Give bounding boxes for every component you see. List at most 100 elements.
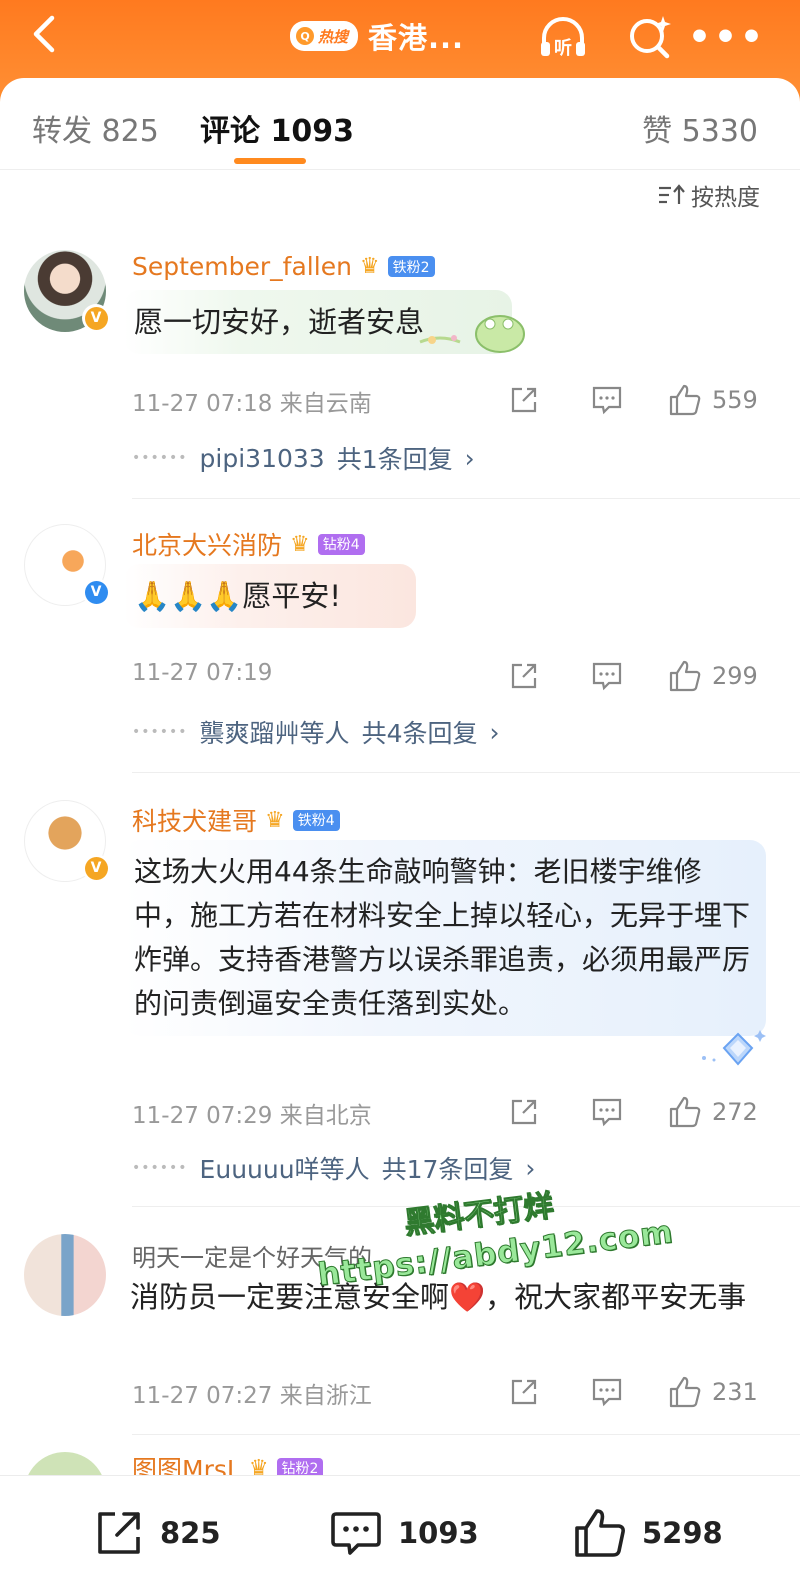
bottom-like-button[interactable]: 5298 bbox=[572, 1506, 723, 1560]
replies-link[interactable]: •••••• pipi31033 共1条回复 › bbox=[132, 440, 475, 476]
comment-icon bbox=[331, 1512, 381, 1555]
avatar[interactable]: V bbox=[24, 800, 110, 882]
bottom-comment-button[interactable]: 1093 bbox=[328, 1506, 479, 1560]
dots-icon: •••••• bbox=[132, 1160, 188, 1176]
bottom-share-button[interactable]: 825 bbox=[92, 1506, 221, 1560]
username-text: September_fallen bbox=[132, 252, 352, 281]
hot-label: 热搜 bbox=[318, 27, 349, 46]
comment-actions: 231 bbox=[508, 1372, 768, 1412]
hot-search-badge: Q 热搜 bbox=[290, 21, 359, 51]
username-text: 科技犬建哥 bbox=[132, 807, 258, 836]
share-icon bbox=[511, 663, 537, 689]
comment-text: 这场大火用44条生命敲响警钟：老旧楼宇维修中，施工方若在材料安全上掉以轻心，无异… bbox=[124, 840, 766, 1036]
sort-label: 按热度 bbox=[691, 185, 760, 211]
divider bbox=[132, 1206, 800, 1207]
share-icon bbox=[511, 1099, 537, 1125]
sort-button[interactable]: 按热度 bbox=[657, 178, 760, 212]
username[interactable]: 北京大兴消防 ♛ 钻粉4 bbox=[132, 526, 365, 562]
active-tab-indicator bbox=[234, 158, 306, 164]
verified-badge-icon: V bbox=[82, 578, 110, 606]
replies-who: Euuuuu咩等人 bbox=[199, 1155, 370, 1184]
listen-label: 听 bbox=[554, 37, 572, 59]
share-icon bbox=[511, 387, 537, 413]
topic-title: 香港... bbox=[368, 21, 465, 55]
comment-text: 消防员一定要注意安全啊❤️，祝大家都平安无事 bbox=[124, 1274, 754, 1320]
tab-like[interactable]: 赞 5330 bbox=[642, 106, 758, 150]
comment-actions: 272 bbox=[508, 1092, 768, 1132]
tab-bar: 转发 825 评论 1093 赞 5330 bbox=[0, 78, 800, 170]
like-button[interactable]: 272 bbox=[668, 1095, 758, 1129]
listen-button[interactable]: 听 bbox=[538, 14, 588, 60]
comment-meta: 11-27 07:29 来自北京 bbox=[132, 1103, 372, 1129]
verified-badge-icon: V bbox=[82, 854, 110, 882]
like-count: 272 bbox=[712, 1098, 758, 1126]
username[interactable]: 明天一定是个好天气的 bbox=[132, 1238, 372, 1273]
comment-body: 🙏🙏🙏愿平安! bbox=[134, 579, 341, 613]
reply-button[interactable] bbox=[590, 384, 624, 416]
thumbs-up-icon bbox=[669, 1096, 701, 1128]
like-count: 559 bbox=[712, 386, 758, 414]
avatar[interactable]: V bbox=[24, 524, 110, 606]
comment-sheet: 转发 825 评论 1093 赞 5330 按热度 V September_fa… bbox=[0, 78, 800, 1595]
thumbs-up-icon bbox=[669, 660, 701, 692]
comment-actions: 299 bbox=[508, 656, 768, 696]
tab-repost[interactable]: 转发 825 bbox=[32, 106, 159, 150]
thumbs-up-icon bbox=[575, 1509, 625, 1557]
more-icon: ••• bbox=[687, 16, 767, 58]
username[interactable]: September_fallen ♛ 铁粉2 bbox=[132, 252, 435, 281]
comment-icon bbox=[592, 386, 622, 415]
more-button[interactable]: ••• bbox=[688, 14, 763, 60]
username-text: 北京大兴消防 bbox=[132, 531, 283, 560]
replies-link[interactable]: •••••• Euuuuu咩等人 共17条回复 › bbox=[132, 1150, 535, 1186]
share-button[interactable] bbox=[508, 384, 540, 416]
diamond-sticker-icon bbox=[702, 1030, 766, 1066]
comment-body: 消防员一定要注意安全啊❤️，祝大家都平安无事 bbox=[130, 1280, 747, 1314]
replies-count: 共4条回复 bbox=[361, 719, 478, 748]
share-icon bbox=[511, 1379, 537, 1405]
reply-button[interactable] bbox=[590, 1096, 624, 1128]
share-icon bbox=[98, 1512, 140, 1554]
share-button[interactable] bbox=[508, 660, 540, 692]
like-count: 231 bbox=[712, 1378, 758, 1406]
tab-comment[interactable]: 评论 1093 bbox=[200, 106, 354, 150]
comment-count: 1093 bbox=[398, 1516, 479, 1550]
chevron-right-icon: › bbox=[464, 443, 475, 473]
share-button[interactable] bbox=[508, 1376, 540, 1408]
like-button[interactable]: 559 bbox=[668, 383, 758, 417]
hot-topic-pill[interactable]: Q 热搜 香港... bbox=[290, 16, 464, 56]
replies-count: 共1条回复 bbox=[336, 445, 453, 474]
avatar[interactable] bbox=[24, 1234, 106, 1316]
share-button[interactable] bbox=[508, 1096, 540, 1128]
reply-button[interactable] bbox=[590, 1376, 624, 1408]
bottom-action-bar: 825 1093 5298 bbox=[0, 1475, 800, 1595]
dots-icon: •••••• bbox=[132, 724, 188, 740]
top-bar: Q 热搜 香港... 听 ••• bbox=[0, 0, 800, 90]
chevron-left-icon bbox=[33, 15, 55, 53]
comment-body: 愿一切安好，逝者安息 bbox=[134, 305, 425, 339]
search-button[interactable] bbox=[625, 14, 675, 60]
search-icon: Q bbox=[296, 27, 314, 45]
divider bbox=[132, 1434, 800, 1435]
like-button[interactable]: 231 bbox=[668, 1375, 758, 1409]
replies-link[interactable]: •••••• 龒爽蹓艸等人 共4条回复 › bbox=[132, 714, 499, 750]
username-text: 明天一定是个好天气的 bbox=[132, 1244, 372, 1272]
avatar[interactable]: V bbox=[24, 250, 110, 332]
search-sparkle-icon bbox=[630, 16, 671, 59]
crown-icon: ♛ bbox=[359, 254, 380, 279]
like-count: 299 bbox=[712, 662, 758, 690]
fan-badge: 钻粉4 bbox=[317, 533, 365, 555]
comment-meta: 11-27 07:18 来自云南 bbox=[132, 391, 372, 417]
sort-icon bbox=[659, 184, 685, 204]
thumbs-up-icon bbox=[669, 384, 701, 416]
like-button[interactable]: 299 bbox=[668, 659, 758, 693]
back-button[interactable] bbox=[22, 12, 66, 56]
verified-badge-icon: V bbox=[82, 304, 110, 332]
crown-icon: ♛ bbox=[290, 531, 310, 557]
comment-body: 这场大火用44条生命敲响警钟：老旧楼宇维修中，施工方若在材料安全上掉以轻心，无异… bbox=[134, 855, 751, 1020]
fan-badge: 铁粉4 bbox=[292, 809, 340, 831]
comment-icon bbox=[592, 1098, 622, 1127]
reply-button[interactable] bbox=[590, 660, 624, 692]
frog-sticker-icon bbox=[419, 315, 525, 353]
replies-who: pipi31033 bbox=[199, 443, 325, 473]
username[interactable]: 科技犬建哥 ♛ 铁粉4 bbox=[132, 802, 340, 838]
